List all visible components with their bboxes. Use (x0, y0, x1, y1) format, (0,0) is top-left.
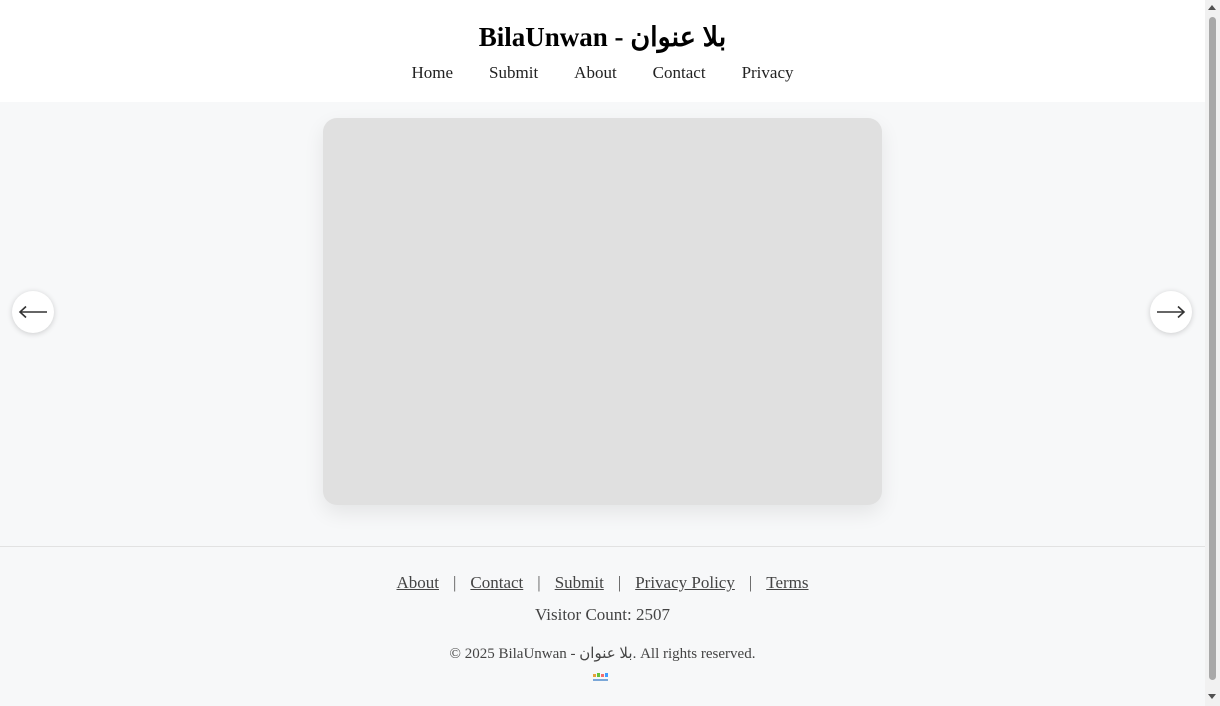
footer-contact-link[interactable]: Contact (470, 573, 523, 593)
footer-submit-link[interactable]: Submit (555, 573, 604, 593)
carousel (0, 102, 1205, 522)
page: BilaUnwan - بلا عنوان Home Submit About … (0, 0, 1205, 706)
carousel-prev-button[interactable] (12, 291, 54, 333)
carousel-slide[interactable] (323, 118, 882, 505)
arrow-right-icon (1157, 305, 1186, 319)
scroll-up-arrow-icon[interactable] (1208, 5, 1216, 10)
nav-contact-link[interactable]: Contact (653, 63, 706, 83)
nav-privacy-link[interactable]: Privacy (742, 63, 794, 83)
scroll-down-arrow-icon[interactable] (1208, 694, 1216, 699)
footer-separator: | (617, 573, 622, 592)
nav-submit-link[interactable]: Submit (489, 63, 538, 83)
footer-about-link[interactable]: About (396, 573, 439, 593)
arrow-left-icon (18, 305, 47, 319)
carousel-next-button[interactable] (1150, 291, 1192, 333)
footer-separator: | (537, 573, 541, 592)
nav-about-link[interactable]: About (574, 63, 617, 83)
visitor-count: Visitor Count: 2507 (535, 605, 670, 624)
vertical-scrollbar[interactable] (1205, 0, 1220, 706)
scrollbar-thumb[interactable] (1209, 17, 1216, 680)
nav-home-link[interactable]: Home (412, 63, 454, 83)
footer-separator: | (748, 573, 753, 592)
copyright-text: © 2025 BilaUnwan - بلا عنوان. All rights… (449, 646, 756, 662)
main-nav: Home Submit About Contact Privacy (0, 63, 1205, 83)
site-header: BilaUnwan - بلا عنوان Home Submit About … (0, 0, 1205, 102)
site-footer: About | Contact | Submit | Privacy Polic… (0, 546, 1205, 706)
footer-privacy-policy-link[interactable]: Privacy Policy (635, 573, 735, 593)
footer-separator: | (452, 573, 457, 592)
site-title: BilaUnwan - بلا عنوان (478, 22, 727, 52)
footer-terms-link[interactable]: Terms (766, 573, 808, 593)
footer-logo (593, 673, 608, 681)
footer-links: About | Contact | Submit | Privacy Polic… (0, 573, 1205, 593)
